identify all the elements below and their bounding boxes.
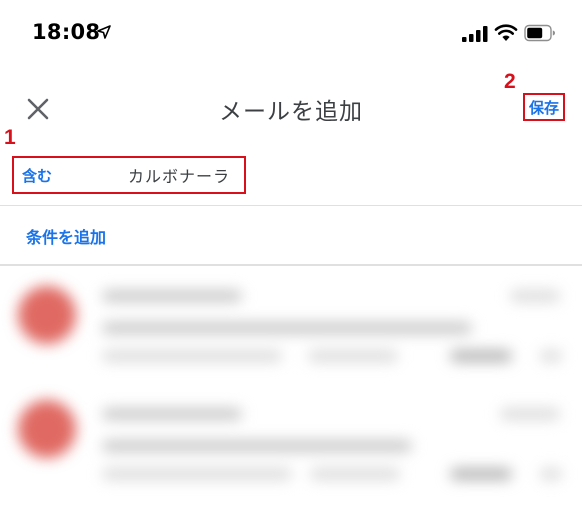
avatar — [18, 400, 76, 458]
divider — [0, 205, 582, 206]
list-item — [0, 266, 582, 384]
avatar — [18, 286, 76, 344]
annotation-number-1: 1 — [4, 126, 16, 149]
status-time: 18:08 — [32, 20, 101, 44]
wifi-icon — [494, 24, 518, 41]
status-bar: 18:08 — [0, 0, 582, 62]
battery-icon — [524, 24, 555, 42]
app-bar: メールを追加 — [0, 62, 582, 150]
save-button[interactable]: 保存 — [523, 93, 565, 121]
condition-value-field[interactable]: カルボナーラ — [128, 163, 230, 187]
condition-type-label[interactable]: 含む — [22, 165, 52, 186]
filter-condition-row[interactable]: 含む カルボナーラ — [12, 156, 246, 194]
list-item — [0, 384, 582, 502]
location-arrow-icon — [97, 25, 111, 39]
signal-icon — [462, 26, 488, 42]
add-condition-button[interactable]: 条件を追加 — [26, 224, 106, 248]
matching-email-list — [0, 266, 582, 518]
annotation-number-2: 2 — [504, 70, 516, 93]
page-title: メールを追加 — [219, 99, 363, 125]
